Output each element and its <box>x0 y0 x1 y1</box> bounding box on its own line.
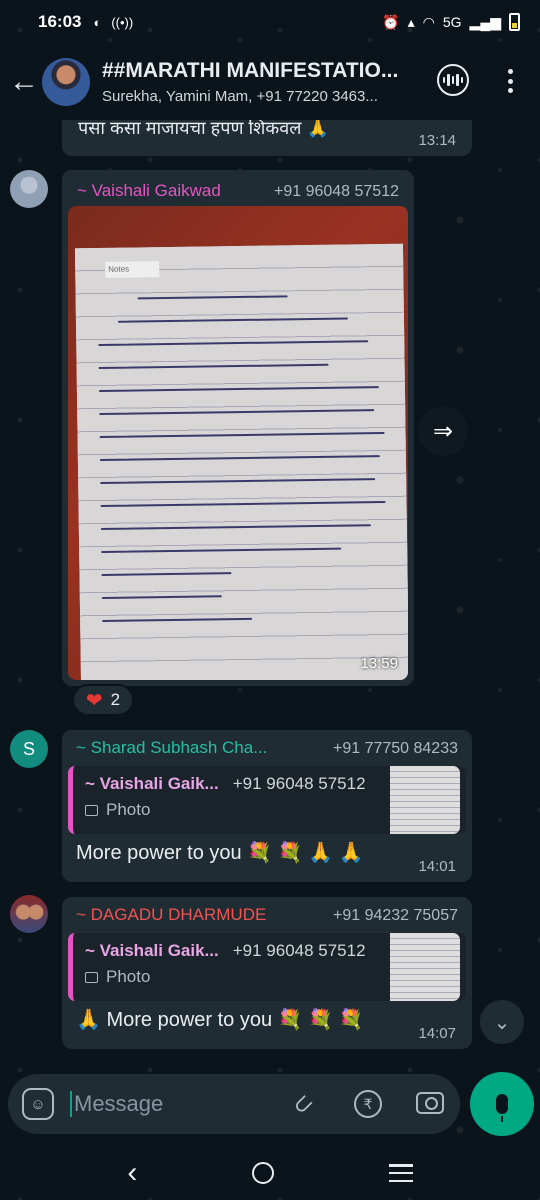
photo-icon <box>85 804 98 816</box>
sender-name[interactable]: ~ Vaishali Gaikwad <box>77 181 221 201</box>
nav-home-icon[interactable] <box>251 1162 274 1184</box>
sender-phone: +91 96048 57512 <box>273 183 399 200</box>
sender-row: ~ DAGADU DHARMUDE +91 94232 75057 <box>62 897 472 929</box>
group-members: Surekha, Yamini Mam, +91 77220 3463... <box>102 88 378 105</box>
status-bar: 16:03 ◐ ((•)) ⏰ ▴ ◠ 5G ▂▄▆ <box>0 0 540 44</box>
notes-tab: Notes <box>105 261 160 278</box>
sticker-icon[interactable]: ☺ <box>22 1088 54 1120</box>
status-right: ⏰ ▴ ◠ 5G ▂▄▆ <box>382 13 520 31</box>
more-options-icon[interactable] <box>500 66 520 96</box>
sender-avatar[interactable] <box>10 895 48 933</box>
nav-back-icon[interactable]: ‹ <box>127 1156 137 1190</box>
system-nav-bar: ‹ <box>0 1146 540 1200</box>
voice-chat-icon[interactable] <box>437 64 469 96</box>
message-time: 13:14 <box>418 132 456 149</box>
reply-message-bubble[interactable]: ~ DAGADU DHARMUDE +91 94232 75057 ~ Vais… <box>62 897 472 1049</box>
chat-screen: 16:03 ◐ ((•)) ⏰ ▴ ◠ 5G ▂▄▆ ← ##MARATHI M… <box>0 0 540 1200</box>
message-text: More power to you 💐 💐 🙏 🙏 <box>76 842 364 864</box>
photo-message-bubble[interactable]: ~ Vaishali Gaikwad +91 96048 57512 Notes <box>62 170 414 686</box>
photo-icon <box>85 971 98 983</box>
scroll-down-icon[interactable]: ⌄ <box>480 1000 524 1044</box>
sender-phone: +91 77750 84233 <box>332 740 458 757</box>
message-text: 🙏 More power to you 💐 💐 💐 <box>76 1009 364 1031</box>
handwriting-scribbles <box>98 286 393 635</box>
group-title: ##MARATHI MANIFESTATIO... <box>102 59 399 82</box>
message-input[interactable] <box>70 1091 280 1117</box>
hotspot-icon: ((•)) <box>111 14 134 30</box>
status-time: 16:03 <box>38 12 82 31</box>
nav-recents-icon[interactable] <box>388 1164 413 1182</box>
photo-time: 13:59 <box>360 655 398 672</box>
sender-avatar[interactable]: S <box>10 730 48 768</box>
reply-message-bubble[interactable]: ~ Sharad Subhash Cha... +91 77750 84233 … <box>62 730 472 882</box>
battery-icon <box>509 13 520 31</box>
chat-header: ← ##MARATHI MANIFESTATIO... Surekha, Yam… <box>0 44 540 120</box>
quoted-message[interactable]: ~ Vaishali Gaik... +91 96048 57512 Photo <box>68 766 466 834</box>
notebook-page: Notes <box>74 243 408 680</box>
handwritten-note-photo[interactable]: Notes 13:59 <box>68 206 408 680</box>
network-type: 5G <box>442 14 462 30</box>
quoted-thumbnail <box>390 766 460 834</box>
message-composer: ☺ ⊂ ₹ <box>8 1074 460 1134</box>
quoted-message[interactable]: ~ Vaishali Gaik... +91 96048 57512 Photo <box>68 933 466 1001</box>
sender-row: ~ Vaishali Gaikwad +91 96048 57512 <box>67 175 409 205</box>
sender-phone: +91 94232 75057 <box>332 907 458 924</box>
wifi-icon: ◠ <box>422 13 435 30</box>
back-arrow-icon[interactable]: ← <box>4 62 44 102</box>
sender-name[interactable]: ~ DAGADU DHARMUDE <box>76 905 266 925</box>
forward-icon[interactable]: ⇒ <box>418 406 468 456</box>
sender-name[interactable]: ~ Sharad Subhash Cha... <box>76 738 267 758</box>
group-avatar[interactable] <box>42 58 90 106</box>
quoted-thumbnail <box>390 933 460 1001</box>
sender-avatar[interactable] <box>10 170 48 208</box>
mic-icon <box>496 1094 508 1122</box>
payment-icon[interactable]: ₹ <box>354 1090 382 1118</box>
sender-row: ~ Sharad Subhash Cha... +91 77750 84233 <box>62 730 472 762</box>
alarm-icon: ⏰ <box>382 13 400 30</box>
reaction-badge[interactable]: ❤ 2 <box>72 684 134 716</box>
data-saver-icon: ◐ <box>93 14 102 30</box>
group-info[interactable]: ##MARATHI MANIFESTATIO... Surekha, Yamin… <box>102 59 422 105</box>
message-time: 14:01 <box>418 858 456 875</box>
message-time: 14:07 <box>418 1025 456 1042</box>
reaction-count: 2 <box>110 690 121 709</box>
camera-icon[interactable] <box>416 1092 444 1114</box>
volte-icon: ▴ <box>407 13 415 30</box>
status-notification-icons: ◐ ((•)) <box>93 15 133 30</box>
mic-button[interactable] <box>470 1072 534 1136</box>
heart-icon: ❤ <box>85 689 103 712</box>
signal-icon: ▂▄▆ <box>469 13 501 30</box>
attach-icon[interactable]: ⊂ <box>286 1087 321 1122</box>
